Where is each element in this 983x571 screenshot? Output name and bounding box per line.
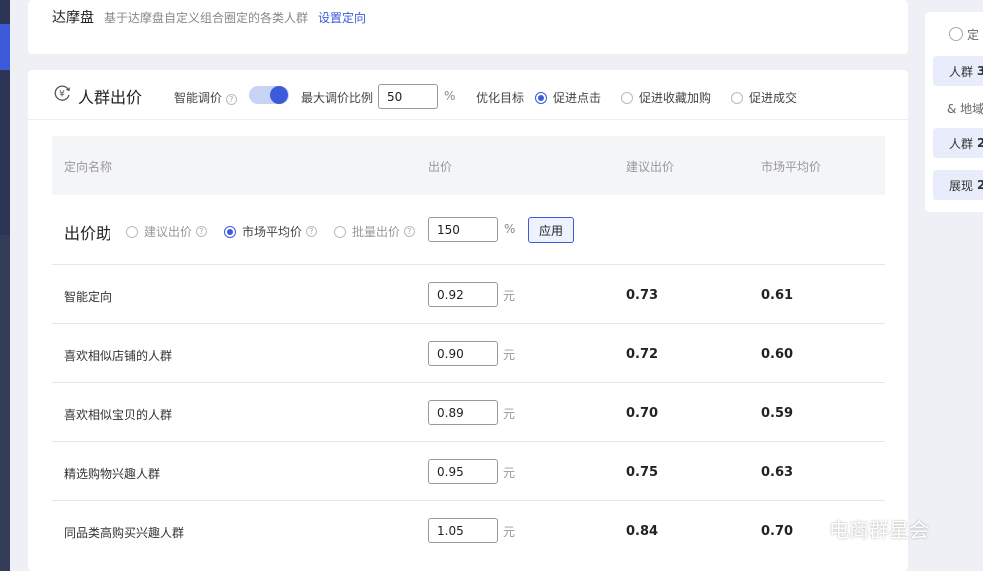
- row-name: 同品类高购买兴趣人群: [64, 526, 185, 540]
- col-header-suggested: 建议出价: [626, 160, 675, 174]
- help-icon[interactable]: ?: [305, 226, 317, 237]
- row-name: 喜欢相似宝贝的人群: [64, 408, 173, 422]
- suggested-price: 0.75: [626, 465, 659, 480]
- side-pill-crowd-2[interactable]: 人群 2: [933, 128, 983, 158]
- help-icon[interactable]: ?: [225, 94, 237, 105]
- smart-bid-toggle[interactable]: [249, 86, 289, 104]
- smart-bid-label: 智能调价 ?: [174, 89, 237, 106]
- section-title: 人群出价: [78, 88, 143, 107]
- headset-icon: [949, 27, 963, 41]
- set-targeting-link[interactable]: 设置定向: [318, 9, 366, 26]
- dmp-card: 达摩盘 基于达摩盘自定义组合圈定的各类人群 设置定向: [28, 0, 908, 54]
- yuan-unit: 元: [503, 348, 516, 362]
- wechat-icon: [795, 518, 820, 539]
- left-nav-bar: [0, 0, 10, 571]
- radio-dot: [224, 225, 236, 238]
- help-icon[interactable]: ?: [195, 226, 207, 237]
- bid-input[interactable]: 0.90: [428, 341, 498, 366]
- row-name: 精选购物兴趣人群: [64, 467, 161, 481]
- svg-text:¥: ¥: [59, 90, 65, 100]
- market-avg-price: 0.61: [761, 288, 794, 303]
- dmp-title: 达摩盘: [52, 10, 94, 26]
- row-name: 智能定向: [64, 290, 113, 304]
- yuan-unit: 元: [503, 525, 516, 539]
- row-name: 喜欢相似店铺的人群: [64, 349, 173, 363]
- side-panel: 定 人群 3 & 地域 人群 2 展现 2: [925, 12, 983, 212]
- target-radio-favorite-cart[interactable]: 促进收藏加购: [621, 89, 711, 106]
- table-row: 精选购物兴趣人群 0.95 元 0.75 0.63: [52, 442, 885, 501]
- optimize-target-label: 优化目标: [476, 91, 525, 105]
- batch-percent-input[interactable]: 150: [428, 217, 498, 242]
- watermark: 电商群星会: [795, 514, 929, 543]
- radio-dot: [621, 91, 633, 104]
- yuan-unit: 元: [503, 466, 516, 480]
- batch-bid-label: 出价助: [64, 224, 110, 243]
- dmp-description: 基于达摩盘自定义组合圈定的各类人群: [104, 11, 309, 25]
- watermark-text: 电商群星会: [829, 518, 929, 542]
- radio-dot: [126, 225, 138, 238]
- bid-input[interactable]: 0.92: [428, 282, 498, 307]
- radio-dot: [334, 225, 346, 238]
- target-radio-click[interactable]: 促进点击: [535, 89, 601, 106]
- radio-dot: [535, 91, 547, 104]
- batch-bid-row: 出价助 建议出价 ? 市场平均价 ? 批量出价 ? 150 % 应用: [52, 195, 885, 265]
- batch-radio-bulk[interactable]: 批量出价 ?: [334, 223, 415, 240]
- market-avg-price: 0.60: [761, 347, 794, 362]
- yuan-refresh-icon: ¥: [54, 85, 70, 101]
- side-pill-impression[interactable]: 展现 2: [933, 170, 983, 200]
- batch-radio-market-avg[interactable]: 市场平均价 ?: [224, 223, 317, 240]
- bid-input[interactable]: 1.05: [428, 518, 498, 543]
- side-panel-header: 定: [949, 26, 979, 43]
- toggle-knob: [270, 86, 288, 104]
- max-ratio-label: 最大调价比例: [301, 91, 374, 105]
- apply-button[interactable]: 应用: [528, 217, 574, 243]
- batch-percent-unit: %: [504, 222, 516, 236]
- suggested-price: 0.72: [626, 347, 659, 362]
- radio-dot: [731, 91, 743, 104]
- side-pill-crowd-1[interactable]: 人群 3: [933, 56, 983, 86]
- suggested-price: 0.73: [626, 288, 659, 303]
- market-avg-price: 0.63: [761, 465, 794, 480]
- left-nav-lower: [0, 235, 10, 571]
- table-row: 智能定向 0.92 元 0.73 0.61: [52, 265, 885, 324]
- batch-radio-suggested[interactable]: 建议出价 ?: [126, 223, 207, 240]
- market-avg-price: 0.70: [761, 524, 794, 539]
- table-row: 喜欢相似宝贝的人群 0.89 元 0.70 0.59: [52, 383, 885, 442]
- suggested-price: 0.70: [626, 406, 659, 421]
- crowd-bid-card: ¥ 人群出价 智能调价 ? 最大调价比例 50 % 优化目标 促进点击 促进收藏…: [28, 70, 908, 571]
- left-nav-active-item[interactable]: [0, 24, 10, 70]
- col-header-avg: 市场平均价: [761, 160, 822, 174]
- col-header-bid: 出价: [428, 160, 453, 174]
- market-avg-price: 0.59: [761, 406, 794, 421]
- max-ratio-unit: %: [444, 89, 456, 103]
- bid-input[interactable]: 0.89: [428, 400, 498, 425]
- target-radio-conversion[interactable]: 促进成交: [731, 89, 797, 106]
- side-region-label: & 地域: [947, 102, 983, 116]
- help-icon[interactable]: ?: [403, 226, 415, 237]
- table-header: 定向名称 出价 建议出价 市场平均价: [52, 136, 885, 195]
- yuan-unit: 元: [503, 407, 516, 421]
- max-ratio-input[interactable]: 50: [378, 84, 438, 109]
- crowd-bid-header: ¥ 人群出价 智能调价 ? 最大调价比例 50 % 优化目标 促进点击 促进收藏…: [28, 70, 908, 120]
- suggested-price: 0.84: [626, 524, 659, 539]
- col-header-name: 定向名称: [64, 160, 113, 174]
- table-row: 喜欢相似店铺的人群 0.90 元 0.72 0.60: [52, 324, 885, 383]
- table-row: 同品类高购买兴趣人群 1.05 元 0.84 0.70: [52, 501, 885, 560]
- bid-input[interactable]: 0.95: [428, 459, 498, 484]
- yuan-unit: 元: [503, 289, 516, 303]
